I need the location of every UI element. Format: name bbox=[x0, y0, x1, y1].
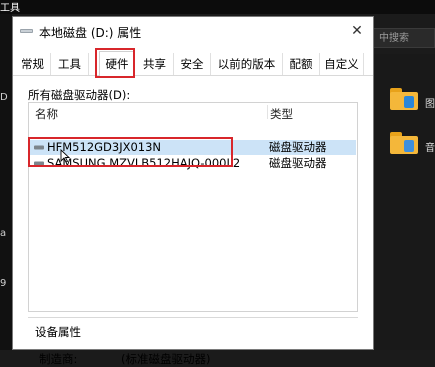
column-divider bbox=[267, 105, 268, 119]
all-disk-drives-label: 所有磁盘驱动器(D): bbox=[28, 88, 131, 102]
disk-drive-icon bbox=[34, 161, 44, 166]
column-header-type[interactable]: 类型 bbox=[270, 106, 293, 122]
properties-dialog: 本地磁盘 (D:) 属性 ✕ 常规 工具 硬件 共享 安全 以前的版本 配额 自… bbox=[12, 16, 374, 366]
drive-icon bbox=[20, 29, 33, 33]
manufacturer-value: (标准磁盘驱动器) bbox=[121, 352, 211, 366]
background-left-pane bbox=[0, 14, 12, 350]
music-folder-icon[interactable] bbox=[390, 132, 418, 154]
tab-customize[interactable]: 自定义 bbox=[320, 53, 364, 75]
manufacturer-label: 制造商: bbox=[39, 352, 78, 366]
tab-previous-versions[interactable]: 以前的版本 bbox=[211, 53, 283, 75]
drive-type: 磁盘驱动器 bbox=[269, 156, 327, 170]
folder-label: 音 bbox=[425, 143, 435, 154]
background-left-mark: a bbox=[0, 228, 7, 239]
tab-tools[interactable]: 工具 bbox=[51, 53, 89, 75]
tab-bar: 常规 工具 硬件 共享 安全 以前的版本 配额 自定义 bbox=[13, 51, 373, 76]
column-header-name[interactable]: 名称 bbox=[35, 106, 58, 122]
pictures-folder-icon[interactable] bbox=[390, 88, 418, 110]
background-top-strip bbox=[0, 0, 435, 14]
disk-row-hfm512[interactable]: HFM512GD3JX013N 磁盘驱动器 bbox=[30, 140, 356, 155]
drive-type: 磁盘驱动器 bbox=[269, 140, 327, 154]
tab-quota[interactable]: 配额 bbox=[283, 53, 320, 75]
disk-drive-icon bbox=[34, 145, 44, 150]
tab-hardware[interactable]: 硬件 bbox=[99, 51, 135, 76]
folder-label: 图 bbox=[425, 99, 435, 110]
background-search-box[interactable]: 中搜索 bbox=[372, 28, 435, 48]
tab-general[interactable]: 常规 bbox=[15, 53, 51, 75]
tab-sharing[interactable]: 共享 bbox=[136, 53, 174, 75]
tab-security[interactable]: 安全 bbox=[174, 53, 211, 75]
dialog-titlebar[interactable]: 本地磁盘 (D:) 属性 ✕ bbox=[13, 17, 373, 45]
background-left-mark: 9 bbox=[0, 278, 7, 289]
background-left-mark: D bbox=[0, 92, 8, 103]
drive-name: SAMSUNG MZVLB512HAJQ-000L2 bbox=[47, 156, 241, 170]
device-properties-title: 设备属性 bbox=[35, 325, 81, 339]
close-button[interactable]: ✕ bbox=[347, 21, 367, 41]
dialog-title: 本地磁盘 (D:) 属性 bbox=[39, 26, 142, 40]
disk-row-samsung[interactable]: SAMSUNG MZVLB512HAJQ-000L2 磁盘驱动器 bbox=[30, 156, 356, 171]
background-menu-label: 工具 bbox=[0, 3, 20, 14]
mouse-cursor-icon bbox=[60, 149, 70, 163]
disk-drive-list[interactable]: 名称 类型 HFM512GD3JX013N 磁盘驱动器 SAMSUNG MZVL… bbox=[28, 102, 358, 312]
